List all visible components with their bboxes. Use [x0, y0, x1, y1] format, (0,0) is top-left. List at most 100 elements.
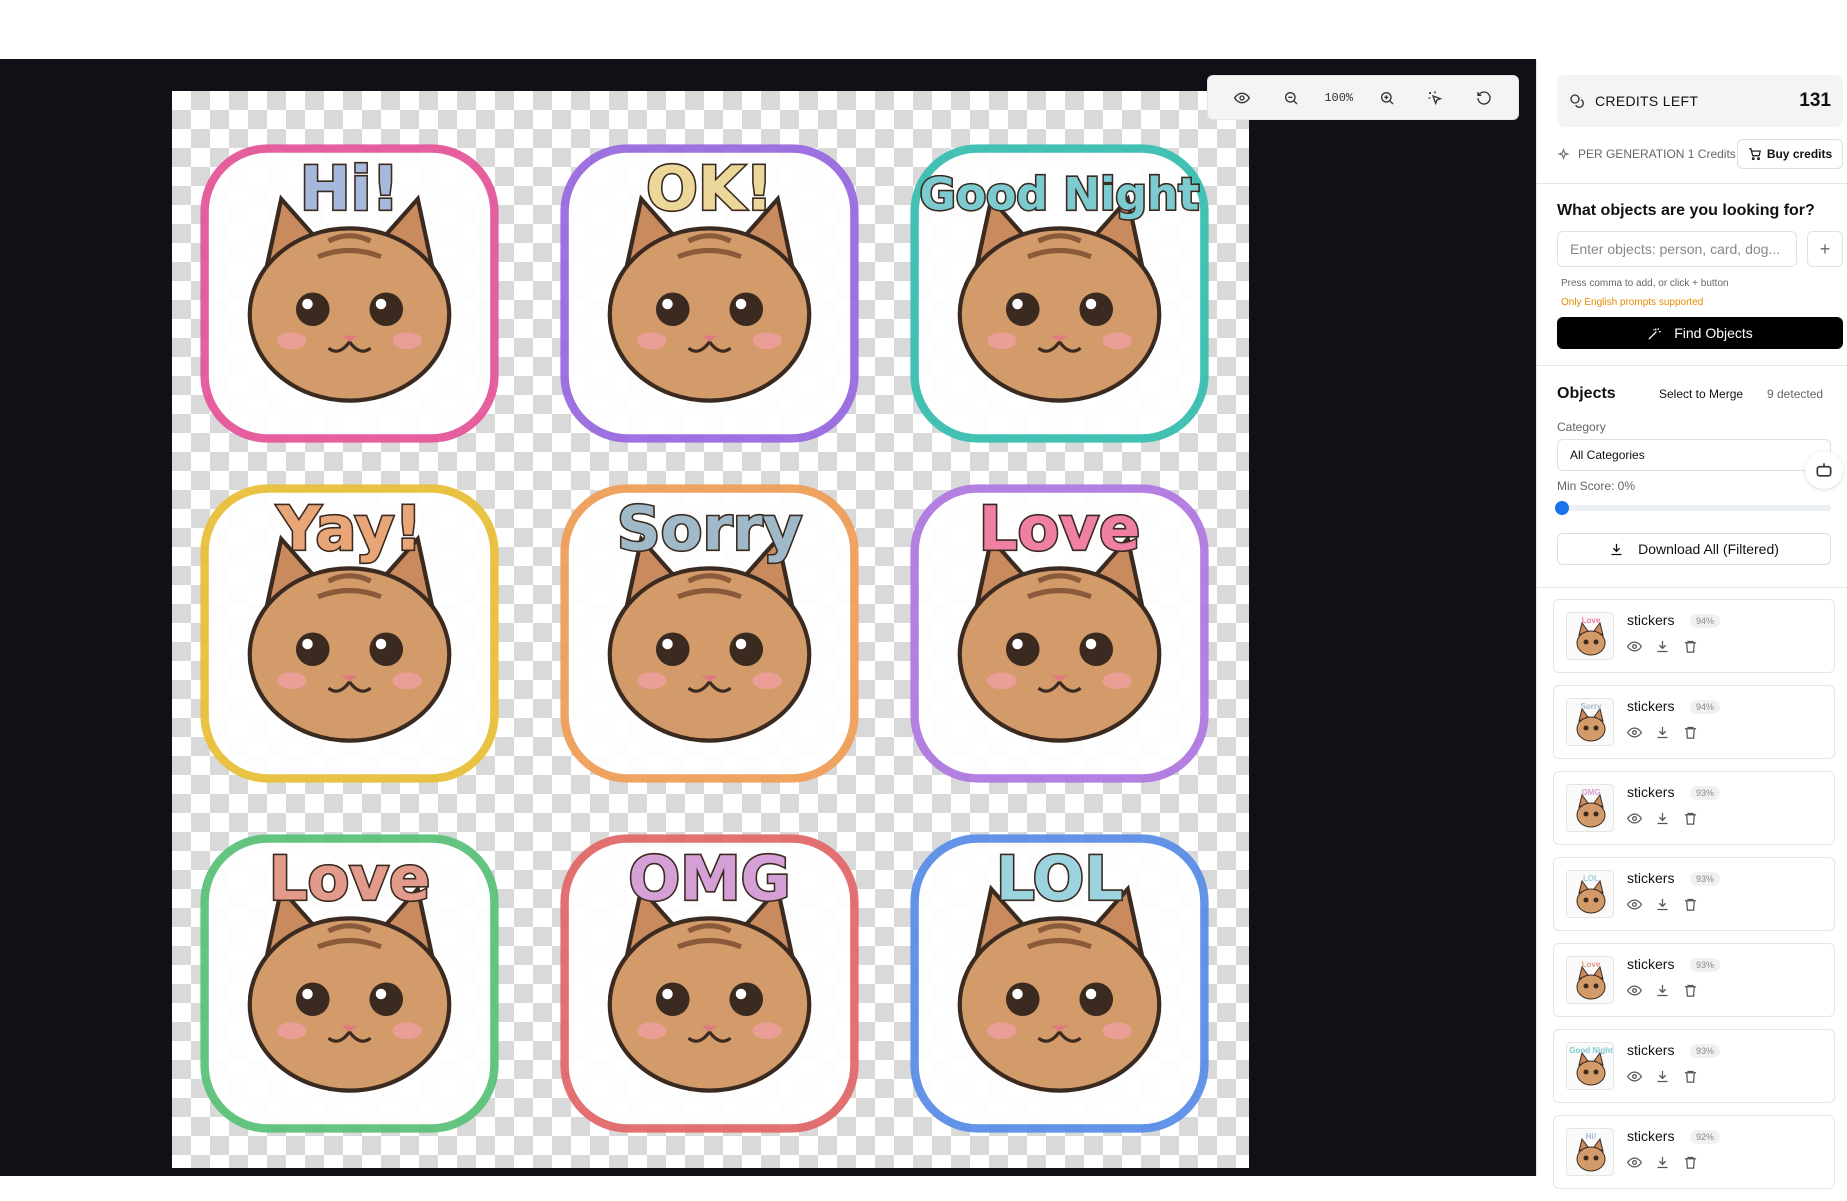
- zoom-out-icon[interactable]: [1276, 83, 1306, 113]
- sticker-7[interactable]: Love: [192, 826, 507, 1141]
- object-list-item[interactable]: Hi! stickers 92%: [1553, 1115, 1835, 1189]
- object-score: 94%: [1690, 700, 1721, 714]
- object-list-item[interactable]: LOL stickers 93%: [1553, 857, 1835, 931]
- sticker-5[interactable]: Sorry: [552, 476, 867, 791]
- sticker-6[interactable]: Love: [902, 476, 1217, 791]
- trash-icon[interactable]: [1682, 724, 1698, 740]
- sticker-1[interactable]: Hi!: [192, 136, 507, 451]
- object-list-item[interactable]: Love stickers 94%: [1553, 599, 1835, 673]
- sticker-8[interactable]: OMG: [552, 826, 867, 1141]
- buy-credits-label: Buy credits: [1766, 147, 1833, 161]
- download-icon[interactable]: [1654, 724, 1670, 740]
- eye-icon[interactable]: [1626, 638, 1642, 654]
- eye-icon[interactable]: [1626, 724, 1642, 740]
- eye-icon[interactable]: [1626, 1068, 1642, 1084]
- min-score-label: Min Score: 0%: [1557, 479, 1636, 493]
- find-objects-label: Find Objects: [1674, 325, 1753, 341]
- download-icon[interactable]: [1654, 1154, 1670, 1170]
- sticker-text: Good Night: [920, 170, 1200, 221]
- object-score: 93%: [1690, 786, 1721, 800]
- eye-icon[interactable]: [1626, 896, 1642, 912]
- select-to-merge-button[interactable]: Select to Merge: [1659, 387, 1743, 401]
- object-actions: [1626, 982, 1698, 998]
- object-thumbnail[interactable]: Love: [1566, 956, 1614, 1004]
- cat-illustration: [247, 884, 452, 1093]
- eye-icon[interactable]: [1626, 1154, 1642, 1170]
- sticker-text: Yay!: [276, 494, 422, 565]
- download-icon[interactable]: [1654, 982, 1670, 998]
- robot-icon: [1816, 463, 1832, 477]
- object-thumbnail[interactable]: Sorry: [1566, 698, 1614, 746]
- per-generation: PER GENERATION 1 Credits: [1557, 147, 1736, 161]
- add-object-button[interactable]: +: [1807, 231, 1843, 267]
- sticker-text: Love: [269, 844, 431, 915]
- buy-credits-button[interactable]: Buy credits: [1737, 139, 1843, 169]
- image-canvas[interactable]: Hi! OK! Good Night Yay! Sorry Love Love OMG LOL: [172, 91, 1249, 1168]
- thumbnail-text: Sorry: [1580, 702, 1602, 711]
- category-value: All Categories: [1570, 448, 1645, 462]
- eye-icon[interactable]: [1626, 982, 1642, 998]
- object-thumbnail[interactable]: Good Night: [1566, 1042, 1614, 1090]
- find-objects-button[interactable]: Find Objects: [1557, 317, 1843, 349]
- trash-icon[interactable]: [1682, 810, 1698, 826]
- sticker-3[interactable]: Good Night: [902, 136, 1217, 451]
- credits-label: CREDITS LEFT: [1595, 93, 1699, 109]
- object-score: 94%: [1690, 614, 1721, 628]
- objects-question: What objects are you looking for?: [1557, 202, 1815, 219]
- trash-icon[interactable]: [1682, 1154, 1698, 1170]
- trash-icon[interactable]: [1682, 982, 1698, 998]
- select-pointer-icon[interactable]: [1420, 83, 1450, 113]
- zoom-level: 100%: [1324, 90, 1354, 105]
- object-thumbnail[interactable]: Hi!: [1566, 1128, 1614, 1176]
- object-name: stickers: [1627, 784, 1675, 800]
- trash-icon[interactable]: [1682, 638, 1698, 654]
- download-icon[interactable]: [1654, 810, 1670, 826]
- download-icon[interactable]: [1654, 638, 1670, 654]
- ai-assistant-button[interactable]: [1805, 451, 1843, 489]
- reset-icon[interactable]: [1469, 83, 1499, 113]
- sticker-9[interactable]: LOL: [902, 826, 1217, 1141]
- object-score: 92%: [1690, 1130, 1721, 1144]
- thumbnail-text: Good Night: [1569, 1046, 1613, 1055]
- cat-illustration: [607, 534, 812, 743]
- cat-illustration: [607, 884, 812, 1093]
- eye-icon[interactable]: [1227, 83, 1257, 113]
- object-thumbnail[interactable]: LOL: [1566, 870, 1614, 918]
- download-icon[interactable]: [1654, 896, 1670, 912]
- canvas-workspace: Hi! OK! Good Night Yay! Sorry Love Love OMG LOL: [0, 59, 1536, 1176]
- objects-title: Objects: [1557, 385, 1616, 402]
- object-name: stickers: [1627, 1128, 1675, 1144]
- sticker-text: OMG: [628, 844, 790, 915]
- cat-illustration: [957, 534, 1162, 743]
- object-actions: [1626, 810, 1698, 826]
- thumbnail-text: OMG: [1581, 788, 1601, 797]
- objects-input[interactable]: [1557, 231, 1797, 267]
- object-list-item[interactable]: Good Night stickers 93%: [1553, 1029, 1835, 1103]
- zoom-in-icon[interactable]: [1372, 83, 1402, 113]
- object-name: stickers: [1627, 698, 1675, 714]
- thumbnail-text: Love: [1581, 616, 1601, 625]
- object-actions: [1626, 1068, 1698, 1084]
- thumbnail-text: LOL: [1583, 874, 1599, 883]
- object-list-item[interactable]: Love stickers 93%: [1553, 943, 1835, 1017]
- min-score-slider[interactable]: [1555, 501, 1831, 515]
- divider: [1537, 183, 1847, 184]
- slider-thumb[interactable]: [1555, 501, 1570, 515]
- object-list-item[interactable]: OMG stickers 93%: [1553, 771, 1835, 845]
- trash-icon[interactable]: [1682, 896, 1698, 912]
- download-all-button[interactable]: Download All (Filtered): [1557, 533, 1831, 565]
- object-name: stickers: [1627, 870, 1675, 886]
- object-thumbnail[interactable]: Love: [1566, 612, 1614, 660]
- trash-icon[interactable]: [1682, 1068, 1698, 1084]
- object-actions: [1626, 896, 1698, 912]
- category-select[interactable]: All Categories ⌄: [1557, 439, 1831, 471]
- object-actions: [1626, 1154, 1698, 1170]
- cat-illustration: [247, 194, 452, 403]
- sticker-2[interactable]: OK!: [552, 136, 867, 451]
- download-icon[interactable]: [1654, 1068, 1670, 1084]
- sticker-4[interactable]: Yay!: [192, 476, 507, 791]
- cat-illustration: [957, 194, 1162, 403]
- object-thumbnail[interactable]: OMG: [1566, 784, 1614, 832]
- object-list-item[interactable]: Sorry stickers 94%: [1553, 685, 1835, 759]
- eye-icon[interactable]: [1626, 810, 1642, 826]
